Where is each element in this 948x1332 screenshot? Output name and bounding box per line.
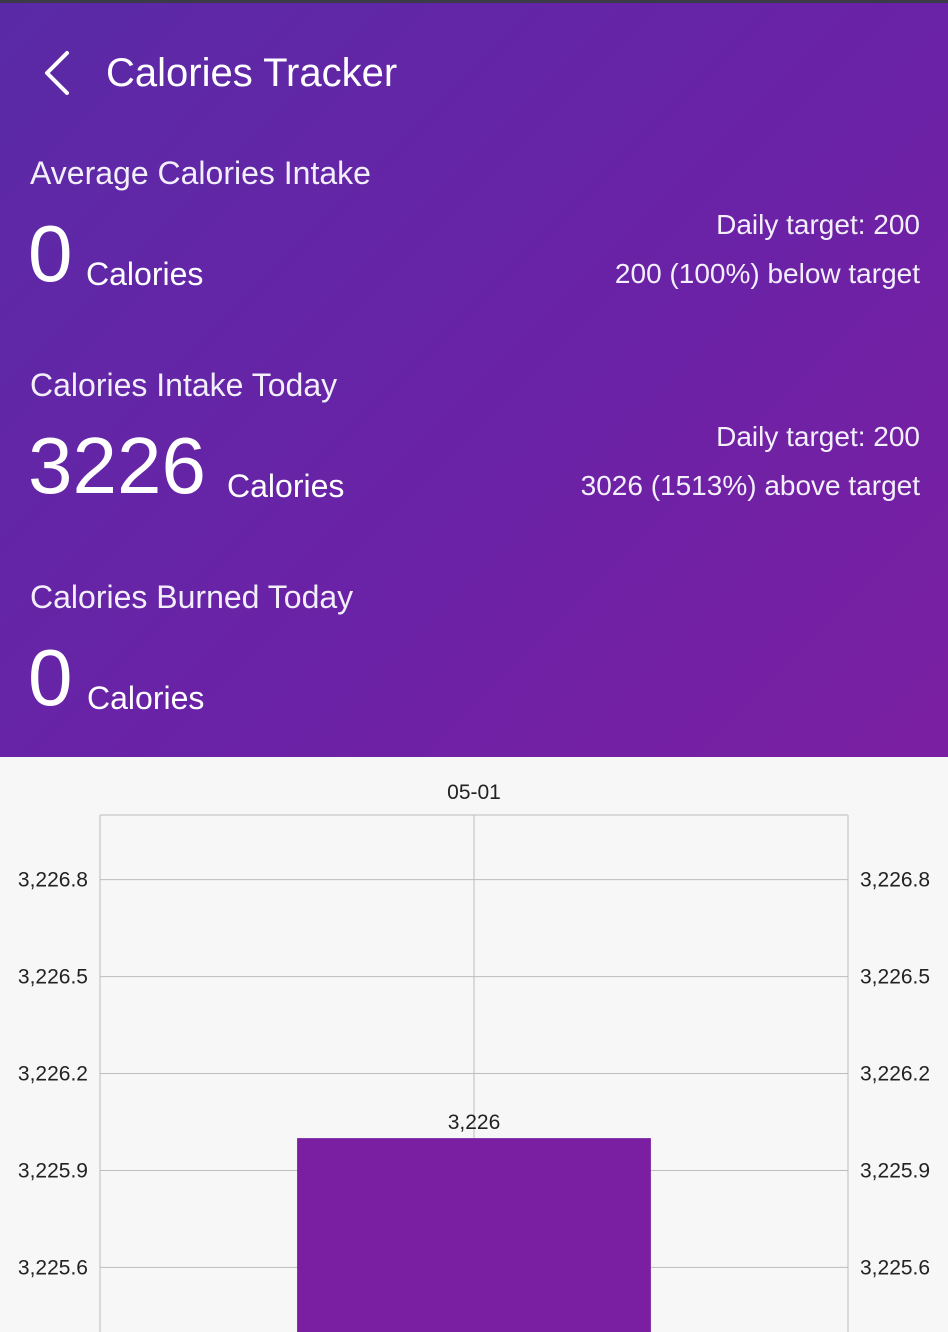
calories-chart[interactable]: 3,226.8 3,226.8 3,226.5 3,226.5 3,226.2 3,226… <box>0 757 948 1332</box>
y-tick-label-right: 3,226.5 <box>860 966 930 989</box>
y-tick-label-left: 3,226.5 <box>18 966 88 989</box>
intake-today-value: 3226 <box>28 421 206 510</box>
intake-today-label: Calories Intake Today <box>30 367 338 403</box>
intake-today-unit: Calories <box>227 468 345 504</box>
average-target-status: 200 (100%) below target <box>614 258 920 289</box>
y-tick-label-left: 3,226.2 <box>18 1063 88 1086</box>
average-daily-target: Daily target: 200 <box>716 209 920 240</box>
bar <box>297 1138 651 1332</box>
average-intake-unit: Calories <box>86 256 204 292</box>
average-intake-value: 0 <box>28 209 73 298</box>
page-title: Calories Tracker <box>106 51 398 95</box>
burned-today-value: 0 <box>28 633 73 722</box>
summary-header: Calories Tracker Average Calories Intake… <box>0 3 948 757</box>
y-tick-label-left: 3,225.6 <box>18 1256 88 1279</box>
burned-today-unit: Calories <box>87 680 205 716</box>
intake-target-status: 3026 (1513%) above target <box>580 470 920 501</box>
average-intake-label: Average Calories Intake <box>30 155 371 191</box>
chart-canvas: 3,226.8 3,226.8 3,226.5 3,226.5 3,226.2 3,226… <box>18 781 930 1332</box>
x-tick-label: 05-01 <box>447 781 501 804</box>
back-button[interactable] <box>36 47 76 99</box>
intake-daily-target: Daily target: 200 <box>716 421 920 452</box>
y-tick-label-left: 3,226.8 <box>18 869 88 892</box>
y-tick-label-left: 3,225.9 <box>18 1159 88 1182</box>
chevron-left-icon <box>45 51 69 95</box>
y-tick-label-right: 3,225.6 <box>860 1256 930 1279</box>
y-tick-label-right: 3,226.2 <box>860 1063 930 1086</box>
y-tick-label-right: 3,225.9 <box>860 1159 930 1182</box>
y-tick-label-right: 3,226.8 <box>860 869 930 892</box>
burned-today-label: Calories Burned Today <box>30 579 354 615</box>
bar-value-label: 3,226 <box>448 1111 501 1134</box>
